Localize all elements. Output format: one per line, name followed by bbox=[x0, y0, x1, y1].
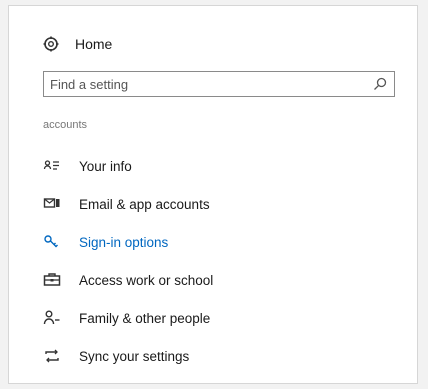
nav-item-label: Email & app accounts bbox=[79, 196, 210, 212]
search-input[interactable] bbox=[50, 76, 372, 92]
home-gear-icon bbox=[43, 36, 59, 52]
nav-item-your-info[interactable]: Your info bbox=[43, 147, 403, 185]
home-label: Home bbox=[75, 36, 113, 52]
key-icon bbox=[44, 235, 58, 248]
nav-item-sync-settings[interactable]: Sync your settings bbox=[43, 337, 403, 375]
nav-item-family[interactable]: Family & other people bbox=[43, 299, 403, 337]
search-icon[interactable] bbox=[372, 76, 388, 92]
nav-item-email-accounts[interactable]: Email & app accounts bbox=[43, 185, 403, 223]
search-box[interactable] bbox=[43, 71, 395, 97]
settings-nav-panel: Home accounts Your info Email & app acco… bbox=[8, 5, 418, 384]
nav-item-label: Sign-in options bbox=[79, 234, 169, 250]
nav-item-label: Sync your settings bbox=[79, 348, 190, 364]
nav-item-label: Access work or school bbox=[79, 272, 214, 288]
mail-icon bbox=[43, 198, 60, 208]
nav-item-label: Family & other people bbox=[79, 310, 211, 326]
nav-item-label: Your info bbox=[79, 158, 132, 174]
briefcase-icon bbox=[43, 273, 61, 286]
person-card-icon bbox=[43, 160, 59, 170]
section-heading: accounts bbox=[43, 119, 88, 131]
accounts-nav-list: Your info Email & app accounts Sign-in o… bbox=[43, 147, 403, 375]
home-link[interactable]: Home bbox=[43, 36, 112, 52]
nav-item-access-work[interactable]: Access work or school bbox=[43, 261, 403, 299]
person-add-icon bbox=[43, 310, 60, 325]
sync-icon bbox=[45, 349, 59, 363]
nav-item-sign-in-options[interactable]: Sign-in options bbox=[43, 223, 403, 261]
